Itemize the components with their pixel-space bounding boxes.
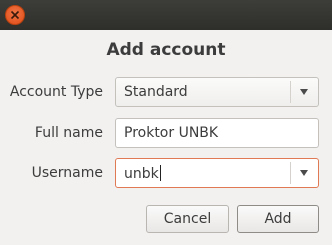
- cancel-button[interactable]: Cancel: [146, 205, 229, 233]
- dialog-title: Add account: [106, 40, 226, 60]
- combo-divider: [290, 162, 291, 184]
- full-name-value: Proktor UNBK: [124, 125, 219, 141]
- account-type-value: Standard: [124, 84, 188, 100]
- account-type-label: Account Type: [9, 84, 103, 100]
- combo-divider: [290, 81, 291, 103]
- username-combo-entry[interactable]: unbk: [115, 158, 319, 188]
- account-type-select[interactable]: Standard: [115, 77, 319, 107]
- text-cursor: [159, 165, 161, 181]
- chevron-down-icon[interactable]: [300, 170, 308, 176]
- chevron-down-icon: [300, 89, 308, 95]
- username-input[interactable]: unbk: [124, 165, 161, 182]
- full-name-label: Full name: [34, 125, 103, 141]
- username-label: Username: [31, 165, 103, 181]
- add-button[interactable]: Add: [237, 205, 319, 233]
- add-account-dialog: Add account Account Type Standard Full n…: [0, 0, 332, 245]
- title-bar: [0, 0, 332, 30]
- close-button[interactable]: [5, 5, 25, 25]
- username-value: unbk: [124, 166, 159, 182]
- close-icon: [10, 10, 20, 20]
- full-name-input[interactable]: Proktor UNBK: [115, 118, 319, 148]
